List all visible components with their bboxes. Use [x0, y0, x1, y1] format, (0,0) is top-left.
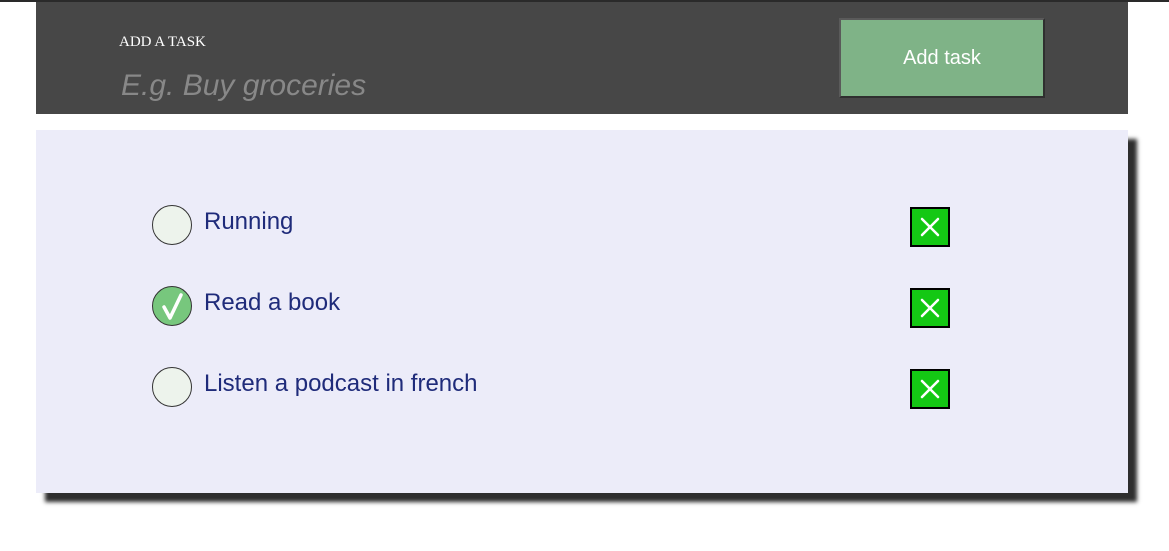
- list-item: Read a book: [152, 286, 952, 328]
- list-item: Listen a podcast in french: [152, 367, 952, 409]
- add-task-label: ADD A TASK: [119, 34, 206, 50]
- task-list: Running Read a book Listen a podcast in …: [36, 130, 1128, 493]
- delete-task-button[interactable]: [910, 207, 950, 247]
- close-icon: [920, 379, 940, 399]
- task-toggle[interactable]: [152, 205, 192, 245]
- task-label: Read a book: [204, 289, 341, 316]
- task-toggle[interactable]: [152, 286, 192, 326]
- task-input[interactable]: [119, 66, 721, 106]
- task-label: Listen a podcast in french: [204, 370, 478, 397]
- delete-task-button[interactable]: [910, 369, 950, 409]
- check-icon: [162, 293, 183, 320]
- close-icon: [920, 217, 940, 237]
- task-label: Running: [204, 208, 294, 235]
- add-task-header: ADD A TASK Add task: [36, 2, 1128, 114]
- list-item: Running: [152, 205, 952, 247]
- task-toggle[interactable]: [152, 367, 192, 407]
- close-icon: [920, 298, 940, 318]
- add-task-button[interactable]: Add task: [839, 18, 1045, 98]
- delete-task-button[interactable]: [910, 288, 950, 328]
